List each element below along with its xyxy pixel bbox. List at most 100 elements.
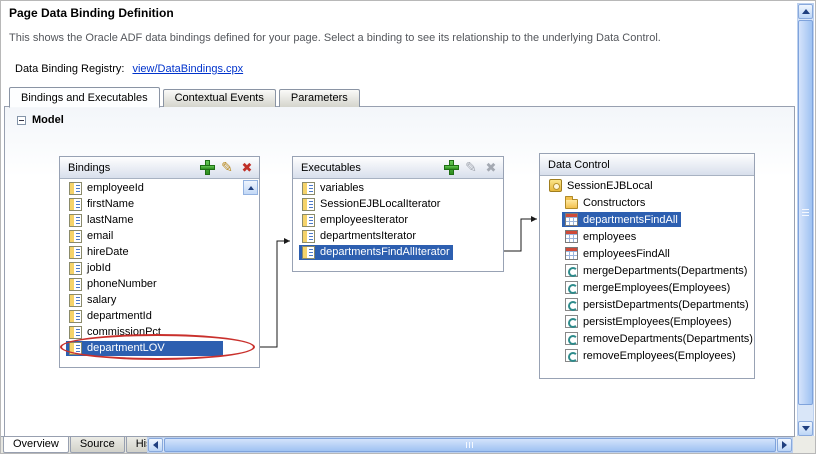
connector-departmentLOV-to-executables: [260, 238, 290, 348]
tree-item[interactable]: removeDepartments(Departments): [540, 330, 754, 347]
binding-icon: [69, 277, 82, 291]
executables-list: variables SessionEJBLocalIterator employ…: [293, 179, 503, 260]
scroll-right-button[interactable]: [777, 438, 792, 452]
tree-item-selected[interactable]: departmentsFindAll: [540, 211, 754, 228]
tree-item-label: persistDepartments(Departments): [583, 298, 749, 311]
method-icon: [565, 298, 578, 311]
tree-item[interactable]: mergeDepartments(Departments): [540, 262, 754, 279]
add-executable-button[interactable]: [442, 159, 460, 177]
binding-item[interactable]: hireDate: [60, 244, 259, 260]
method-icon: [565, 349, 578, 362]
binding-item[interactable]: salary: [60, 292, 259, 308]
horizontal-scrollbar-thumb[interactable]: [164, 438, 776, 452]
collection-icon: [565, 213, 578, 226]
tree-item[interactable]: persistEmployees(Employees): [540, 313, 754, 330]
binding-icon: [69, 309, 82, 323]
binding-icon: [69, 325, 82, 339]
tree-item-label: employees: [583, 230, 637, 243]
registry-link[interactable]: view/DataBindings.cpx: [132, 63, 243, 75]
binding-item-label: email: [87, 230, 114, 242]
method-icon: [565, 315, 578, 328]
pencil-icon: [221, 159, 233, 176]
tab-bindings-and-executables[interactable]: Bindings and Executables: [9, 87, 160, 108]
scroll-left-button[interactable]: [148, 438, 163, 452]
edit-binding-button[interactable]: [218, 159, 236, 177]
tree-item[interactable]: employeesFindAll: [540, 245, 754, 262]
bottom-tab-overview[interactable]: Overview: [3, 437, 69, 453]
data-control-panel: Data Control SessionEJBLocal Constructor…: [539, 153, 755, 379]
tree-item-label: removeEmployees(Employees): [583, 349, 736, 362]
pencil-icon: [465, 159, 477, 176]
vertical-scrollbar-thumb[interactable]: [798, 20, 813, 405]
data-control-root-item[interactable]: SessionEJBLocal: [540, 177, 754, 194]
binding-icon: [69, 261, 82, 275]
delete-x-icon: [242, 160, 253, 176]
add-binding-button[interactable]: [198, 159, 216, 177]
binding-icon: [69, 245, 82, 259]
bindings-panel: Bindings employeeId firstName lastName e…: [59, 156, 260, 368]
ejb-session-icon: [549, 179, 562, 192]
tab-contextual-events[interactable]: Contextual Events: [162, 89, 276, 107]
tree-item-label: mergeDepartments(Departments): [583, 264, 748, 277]
binding-icon: [69, 293, 82, 307]
data-control-tree: SessionEJBLocal Constructors departments…: [540, 176, 754, 364]
binding-item-selected[interactable]: departmentLOV: [60, 340, 259, 356]
vertical-scrollbar[interactable]: [797, 3, 814, 437]
executable-item[interactable]: SessionEJBLocalIterator: [293, 196, 503, 212]
binding-item[interactable]: lastName: [60, 212, 259, 228]
bottom-tab-source[interactable]: Source: [69, 437, 125, 453]
executables-panel: Executables variables SessionEJBLocalIte…: [292, 156, 504, 272]
scroll-down-icon: [801, 426, 810, 431]
scroll-up-icon: [801, 9, 810, 14]
registry-label: Data Binding Registry:: [15, 63, 125, 75]
binding-item[interactable]: employeeId: [60, 180, 259, 196]
delete-executable-button[interactable]: [482, 159, 500, 177]
executables-panel-title: Executables: [301, 161, 361, 174]
binding-item[interactable]: email: [60, 228, 259, 244]
executables-panel-header: Executables: [293, 157, 503, 179]
add-icon: [444, 161, 458, 174]
editor-tab-strip: Bindings and Executables Contextual Even…: [9, 86, 363, 108]
tree-item-constructors[interactable]: Constructors: [540, 194, 754, 211]
tree-item[interactable]: employees: [540, 228, 754, 245]
page-description: This shows the Oracle ADF data bindings …: [9, 32, 661, 44]
tree-item[interactable]: mergeEmployees(Employees): [540, 279, 754, 296]
tree-item-label: employeesFindAll: [583, 247, 670, 260]
scroll-down-button[interactable]: [798, 421, 813, 436]
executables-toolbar: [442, 159, 500, 177]
horizontal-scrollbar[interactable]: [147, 437, 793, 453]
bindings-list: employeeId firstName lastName email hire…: [60, 179, 259, 356]
model-collapse-toggle[interactable]: [17, 115, 26, 125]
tab-parameters[interactable]: Parameters: [278, 89, 360, 107]
binding-icon: [69, 229, 82, 243]
binding-item[interactable]: phoneNumber: [60, 276, 259, 292]
executable-item[interactable]: variables: [293, 180, 503, 196]
tree-item-label: SessionEJBLocal: [567, 179, 653, 192]
executable-item[interactable]: departmentsIterator: [293, 228, 503, 244]
binding-item-label: firstName: [87, 198, 135, 210]
binding-item[interactable]: jobId: [60, 260, 259, 276]
binding-item-label: commissionPct: [87, 326, 161, 338]
executable-icon: [302, 245, 315, 259]
tree-item[interactable]: persistDepartments(Departments): [540, 296, 754, 313]
delete-x-icon: [486, 160, 497, 176]
data-control-panel-title: Data Control: [548, 158, 610, 171]
executable-item[interactable]: employeesIterator: [293, 212, 503, 228]
data-control-panel-header: Data Control: [540, 154, 754, 176]
edit-executable-button[interactable]: [462, 159, 480, 177]
tree-item-label: Constructors: [583, 196, 646, 209]
bindings-scroll-up-button[interactable]: [243, 180, 258, 195]
scroll-up-icon: [247, 185, 254, 190]
bindings-panel-header: Bindings: [60, 157, 259, 179]
scroll-up-button[interactable]: [798, 4, 813, 19]
executable-icon: [302, 181, 315, 195]
binding-item[interactable]: departmentId: [60, 308, 259, 324]
delete-binding-button[interactable]: [238, 159, 256, 177]
binding-item-label: jobId: [87, 262, 111, 274]
executable-item-selected[interactable]: departmentsFindAllIterator: [293, 244, 503, 260]
tree-item[interactable]: removeEmployees(Employees): [540, 347, 754, 364]
collection-icon: [565, 230, 578, 243]
editor-bottom-bar: Overview Source History: [1, 436, 815, 453]
binding-item[interactable]: commissionPct: [60, 324, 259, 340]
binding-item[interactable]: firstName: [60, 196, 259, 212]
